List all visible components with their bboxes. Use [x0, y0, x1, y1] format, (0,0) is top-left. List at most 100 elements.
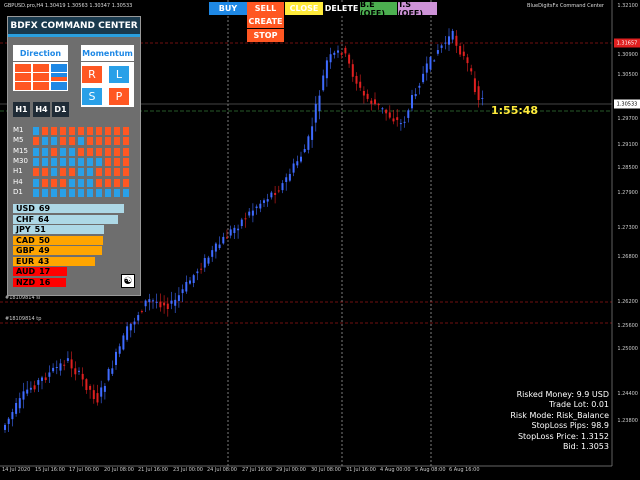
candle-body [214, 243, 217, 252]
candle-body [429, 56, 432, 70]
candle-body [222, 236, 225, 244]
price-axis-label: 1.25600 [617, 323, 638, 329]
delete-button[interactable]: DELETE [324, 2, 359, 15]
time-axis-label: 30 Jul 08:00 [311, 467, 341, 473]
sell-button[interactable]: SELL [247, 2, 284, 15]
currency-strength-bar: USD 69 [13, 204, 124, 213]
candle-body [470, 68, 473, 72]
trend-cell [114, 188, 120, 197]
trailing-stop-button[interactable]: T.S (OFF) [398, 0, 437, 18]
currency-value: 49 [38, 246, 50, 255]
close-button[interactable]: CLOSE [285, 2, 323, 15]
candle-body [411, 95, 413, 109]
candle-body [285, 177, 288, 182]
candle-body [226, 237, 228, 239]
trend-cell [42, 147, 48, 156]
candle-body [481, 97, 484, 99]
time-axis-label: 14 Jul 2020 [2, 467, 31, 473]
trend-cell [114, 168, 120, 177]
candle-body [377, 103, 380, 106]
candle-body [381, 108, 384, 110]
candle-body [218, 244, 221, 249]
candle-body [355, 75, 358, 84]
timeframe-d1-button[interactable]: D1 [52, 102, 69, 117]
timeframe-h4-button[interactable]: H4 [33, 102, 50, 117]
candle-body [137, 315, 140, 321]
risked-money-text: Risked Money: 9.9 USD [516, 390, 609, 399]
momentum-label: Momentum [81, 45, 134, 61]
trend-cell [78, 178, 84, 187]
trend-cell [69, 188, 75, 197]
command-center-panel[interactable]: BDFX COMMAND CENTER Direction Momentum R… [7, 16, 141, 296]
symbol-info: GBPUSD.pro,H4 1.30419 1.30563 1.30347 1.… [4, 3, 133, 9]
price-axis-label: 1.23800 [617, 418, 638, 424]
trend-cell [123, 188, 129, 197]
candle-body [129, 323, 132, 331]
stop-button[interactable]: STOP [247, 29, 284, 42]
trend-cell [60, 127, 66, 135]
candle-body [277, 190, 280, 192]
trend-cell [33, 127, 39, 135]
candle-body [48, 372, 51, 377]
breakeven-button[interactable]: B.E (OFF) [360, 0, 397, 18]
trading-terminal: GBPUSD.pro,H4 1.30419 1.30563 1.30347 1.… [0, 0, 640, 480]
direction-bar [33, 68, 49, 73]
candle-body [300, 156, 302, 162]
candle-body [292, 163, 295, 173]
candle-body [425, 63, 428, 73]
candle-countdown: 1:55:48 [491, 104, 539, 117]
candle-body [281, 183, 284, 191]
trend-cell [105, 137, 111, 146]
candle-body [148, 299, 151, 303]
trend-cell [87, 127, 93, 135]
candle-body [15, 402, 18, 414]
candle-body [403, 121, 406, 123]
timeframe-label: H4 [13, 177, 23, 186]
price-axis-label: 1.25000 [617, 346, 638, 352]
trend-cell [123, 157, 129, 166]
candle-body [255, 206, 258, 209]
direction-bar [15, 81, 31, 86]
timeframe-label: D1 [13, 187, 23, 196]
direction-bar [51, 77, 67, 82]
trend-cell [69, 137, 75, 146]
candle-body [385, 109, 388, 114]
momentum-p-button[interactable]: P [109, 88, 129, 105]
buy-button[interactable]: BUY [209, 2, 247, 15]
candle-body [451, 30, 454, 40]
trend-cell [114, 178, 120, 187]
trend-cell [69, 168, 75, 177]
candle-body [170, 300, 173, 304]
create-button[interactable]: CREATE [247, 15, 284, 28]
candle-body [74, 368, 77, 375]
candle-body [462, 51, 465, 56]
trend-cell [96, 188, 102, 197]
candle-body [440, 45, 443, 48]
candle-body [311, 126, 314, 140]
trend-cell [51, 127, 57, 135]
direction-bar [33, 86, 49, 90]
direction-bar [51, 72, 67, 77]
panel-title[interactable]: BDFX COMMAND CENTER [8, 17, 140, 34]
currency-name: NZD [16, 277, 36, 287]
candle-body [4, 424, 6, 430]
candle-body [96, 393, 99, 403]
trend-cell [42, 127, 48, 135]
candle-body [436, 50, 439, 54]
trend-cell [60, 178, 66, 187]
timeframe-label: M1 [13, 126, 24, 134]
momentum-l-button[interactable]: L [109, 66, 129, 83]
candle-body [192, 275, 195, 283]
direction-bar [51, 64, 67, 68]
momentum-s-button[interactable]: S [82, 88, 102, 105]
timeframe-label: M30 [13, 156, 28, 165]
currency-name: USD [16, 204, 35, 213]
trend-cell [96, 127, 102, 135]
trend-cell [33, 147, 39, 156]
candle-body [414, 94, 417, 97]
momentum-r-button[interactable]: R [82, 66, 102, 83]
yin-yang-icon[interactable]: ☯ [121, 274, 135, 288]
trend-cell [51, 168, 57, 177]
timeframe-h1-button[interactable]: H1 [13, 102, 30, 117]
candle-body [18, 398, 21, 409]
